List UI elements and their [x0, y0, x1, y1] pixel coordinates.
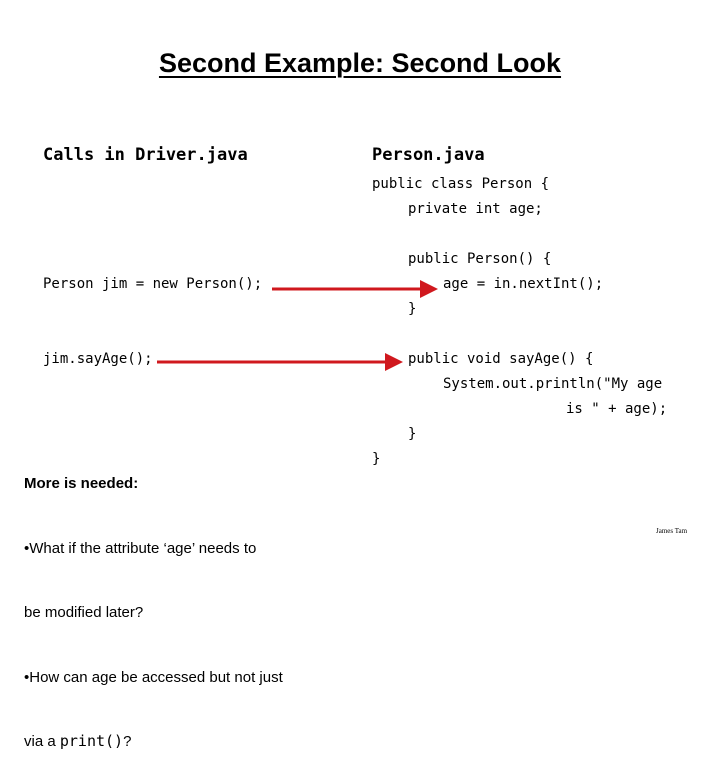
author-footer: James Tam [656, 527, 688, 535]
notes-bullet-2-line-1: •How can age be accessed but not just [24, 668, 283, 686]
notes-heading: More is needed: [24, 475, 139, 492]
notes-bullet-2-line-2: via a print()? [24, 731, 283, 753]
notes-bullet-2-suffix: ? [123, 733, 132, 750]
notes-bullet-2-code: print() [59, 732, 124, 750]
notes-bullet-2-prefix: via a [24, 733, 60, 750]
notes-bullet-1-line-1: •What if the attribute ‘age’ needs to [24, 539, 257, 557]
notes-bullet-1-line-2: be modified later? [24, 604, 144, 621]
notes-box: More is needed: •What if the attribute ‘… [24, 430, 283, 774]
